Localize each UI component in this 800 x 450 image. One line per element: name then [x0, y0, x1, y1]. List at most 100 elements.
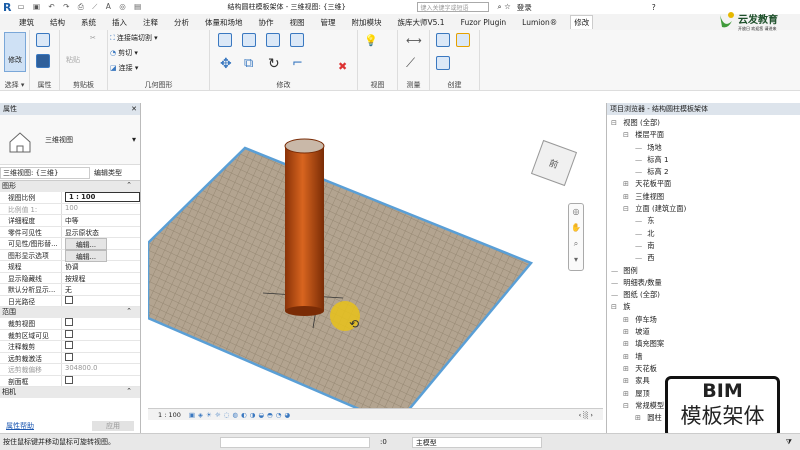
tree-item[interactable]: ⊞ 坡道 [611, 326, 800, 338]
view-control-icons[interactable]: ▣◈☀☼◌◍◐◑◒◓◔◕ [189, 411, 293, 419]
tree-line-icon[interactable]: — [635, 166, 645, 178]
tree-item[interactable]: — 北 [611, 228, 800, 240]
properties-icon[interactable] [36, 33, 50, 47]
expand-icon[interactable]: ⊞ [623, 191, 633, 203]
workset-select[interactable] [220, 436, 370, 448]
property-value[interactable]: 按规程 [65, 275, 85, 283]
expand-icon[interactable]: ⊞ [623, 338, 633, 350]
section-header[interactable]: 范围 ⌃ [0, 307, 140, 318]
property-value[interactable]: 显示原状态 [65, 229, 99, 237]
design-option-select[interactable]: 主模型 [411, 436, 542, 448]
help-icon[interactable]: ? [652, 3, 656, 12]
checkbox[interactable] [65, 341, 73, 349]
tree-item[interactable]: ⊟ 视图 (全部) [611, 117, 800, 129]
move-icon[interactable]: ✥ [220, 56, 232, 72]
expand-icon[interactable]: ⊞ [623, 314, 633, 326]
tree-item[interactable]: — 场地 [611, 142, 800, 154]
delete-icon[interactable]: ✖ [338, 60, 347, 73]
create-assembly-icon[interactable] [436, 33, 450, 47]
rotate-icon[interactable]: ↻ [268, 56, 280, 72]
close-icon[interactable]: ✕ [131, 105, 140, 113]
join-button[interactable]: ◪ 连接 ▾ [110, 63, 138, 73]
tab-11[interactable]: 族库大师V5.1 [395, 16, 448, 29]
collapse-icon[interactable]: ⊟ [623, 400, 633, 412]
tree-item[interactable]: ⊟ 族 [611, 301, 800, 313]
tab-2[interactable]: 系统 [78, 16, 99, 29]
copy-icon[interactable]: ⧉ [244, 56, 253, 71]
quick-access-toolbar[interactable]: ▭ ▣ ↶ ↷ ⎙ ⟋ A ◎ ▤ [17, 2, 207, 12]
group-label[interactable]: 选择 ▾ [0, 80, 29, 90]
collapse-icon[interactable]: ⊟ [611, 117, 621, 129]
tree-item[interactable]: ⊞ 墙 [611, 351, 800, 363]
binoculars-icon[interactable]: ⌕ ☆ [497, 2, 510, 12]
properties-help-link[interactable]: 属性帮助 [6, 421, 34, 431]
collapse-icon[interactable]: ⌃ [126, 181, 132, 192]
tree-line-icon[interactable]: — [635, 228, 645, 240]
tab-13[interactable]: Lumion® [519, 17, 560, 28]
create-group-icon[interactable] [436, 56, 450, 70]
trim-icon[interactable]: ⌐ [292, 56, 303, 71]
hide-icon[interactable]: 💡 [364, 34, 378, 47]
instance-selector[interactable]: 三维视图: {三维} [0, 166, 90, 179]
type-selector[interactable]: 三维视图 ▾ [0, 115, 140, 165]
tree-item[interactable]: — 明细表/数量 [611, 277, 800, 289]
edit-button[interactable]: 编辑... [65, 249, 108, 262]
3d-model-canvas[interactable]: ⟲ [146, 103, 603, 427]
tree-item[interactable]: — 西 [611, 252, 800, 264]
section-header[interactable]: 图形 ⌃ [0, 181, 140, 192]
tree-item[interactable]: — 南 [611, 240, 800, 252]
cut-icon[interactable]: ✂ [90, 34, 96, 42]
tree-item[interactable]: — 标高 1 [611, 154, 800, 166]
tab-10[interactable]: 附加模块 [349, 16, 385, 29]
tree-item[interactable]: — 图纸 (全部) [611, 289, 800, 301]
structural-column[interactable] [285, 146, 324, 311]
property-value[interactable]: 无 [65, 286, 72, 294]
tree-item[interactable]: — 图例 [611, 265, 800, 277]
tree-item[interactable]: ⊞ 天花板平面 [611, 178, 800, 190]
edit-type-button[interactable]: 编辑类型 [94, 168, 122, 178]
tab-8[interactable]: 视图 [287, 16, 308, 29]
expand-icon[interactable]: ⊞ [635, 412, 645, 424]
tree-line-icon[interactable]: — [635, 252, 645, 264]
tree-line-icon[interactable]: — [611, 265, 621, 277]
tab-0[interactable]: 建筑 [16, 16, 37, 29]
navigation-bar[interactable]: ◎ ✋ ⌕ ▾ [568, 203, 584, 271]
tab-7[interactable]: 协作 [256, 16, 277, 29]
expand-icon[interactable]: ⊞ [623, 375, 633, 387]
tab-6[interactable]: 体量和场地 [202, 16, 246, 29]
tree-item[interactable]: — 标高 2 [611, 166, 800, 178]
tree-line-icon[interactable]: — [611, 277, 621, 289]
section-header[interactable]: 相机 ⌃ [0, 387, 140, 398]
expand-icon[interactable]: ⊞ [623, 363, 633, 375]
create-parts-icon[interactable] [456, 33, 470, 47]
join-cut-button[interactable]: ⛶ 连接端切割 ▾ [110, 33, 158, 43]
tab-5[interactable]: 分析 [171, 16, 192, 29]
tree-line-icon[interactable]: — [611, 289, 621, 301]
tree-line-icon[interactable]: — [635, 215, 645, 227]
tab-1[interactable]: 结构 [47, 16, 68, 29]
tree-item[interactable]: ⊞ 天花板 [611, 363, 800, 375]
offset-icon[interactable] [242, 33, 256, 47]
dimension-icon[interactable]: ⟋ [406, 56, 415, 71]
collapse-icon[interactable]: ⊟ [623, 129, 633, 141]
measure-icon[interactable]: ⟷ [406, 34, 422, 47]
paste-button[interactable]: 粘贴 [66, 35, 82, 65]
expand-icon[interactable]: ⊞ [623, 388, 633, 400]
tree-line-icon[interactable]: — [635, 154, 645, 166]
tree-item[interactable]: — 东 [611, 215, 800, 227]
tree-item[interactable]: ⊞ 三维视图 [611, 191, 800, 203]
tree-item[interactable]: ⊞ 填充图案 [611, 338, 800, 350]
collapse-icon[interactable]: ⌃ [126, 307, 132, 318]
view-scale[interactable]: 1 : 100 [158, 411, 181, 419]
cut-button[interactable]: ◔ 剪切 ▾ [110, 48, 138, 58]
tab-12[interactable]: Fuzor Plugin [458, 17, 510, 28]
mirror-draw-icon[interactable] [290, 33, 304, 47]
property-value[interactable]: 100 [65, 204, 78, 212]
filter-icon[interactable]: ⧩ [786, 438, 792, 447]
collapse-icon[interactable]: ⊟ [623, 203, 633, 215]
expand-icon[interactable]: ⊞ [623, 178, 633, 190]
3d-viewport[interactable]: ⟲ 前 ◎ ✋ ⌕ ▾ 1 : 100 ▣◈☀☼◌◍◐◑◒◓◔◕ ‹ ░ › [146, 103, 603, 427]
tree-item[interactable]: ⊟ 立面 (建筑立面) [611, 203, 800, 215]
collapse-icon[interactable]: ⌃ [126, 387, 132, 398]
property-value[interactable]: 中等 [65, 217, 79, 225]
